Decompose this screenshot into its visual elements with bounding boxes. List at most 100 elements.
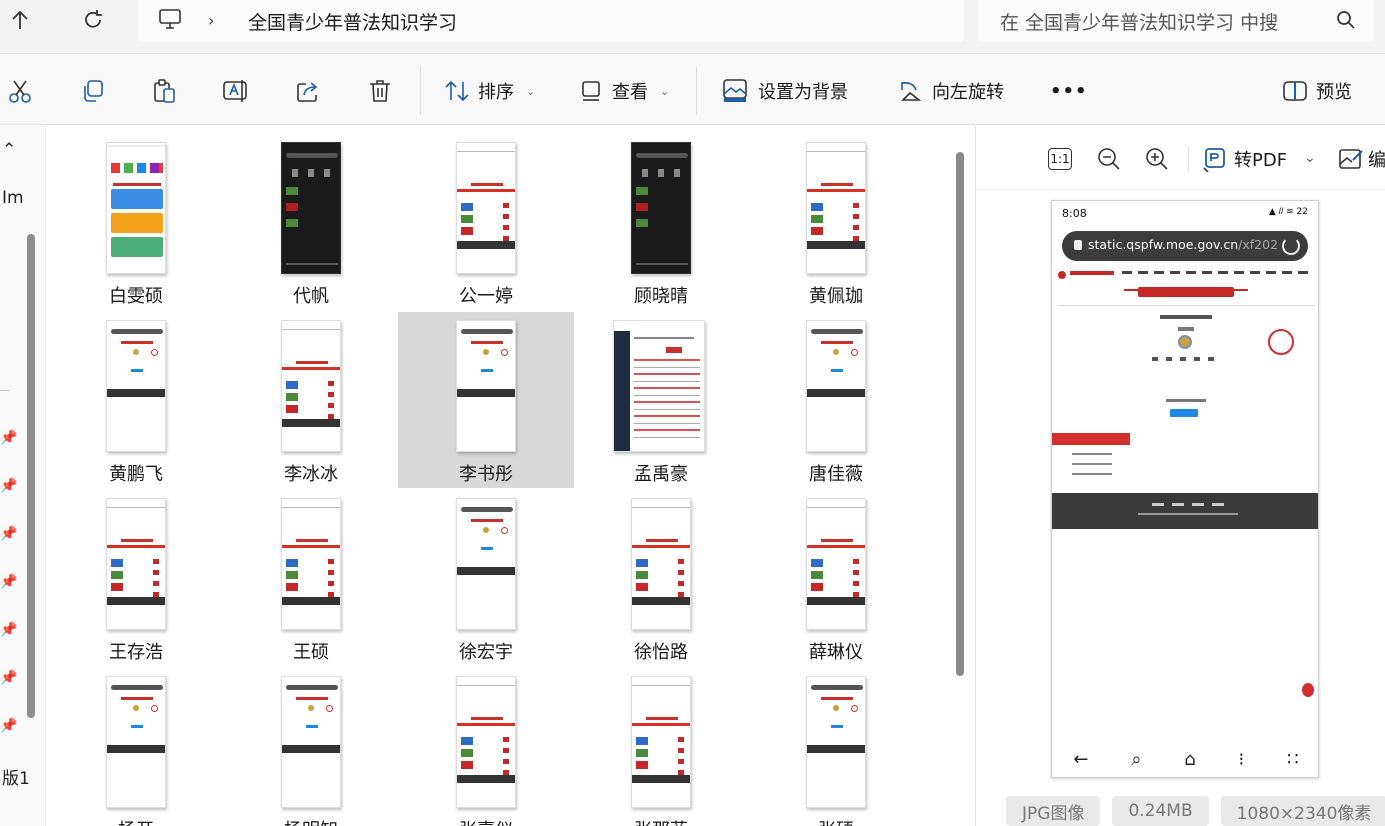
file-item[interactable]: 张嘉仪: [398, 668, 574, 826]
refresh-icon[interactable]: [75, 8, 111, 32]
view-button[interactable]: 查看 ⌄: [580, 77, 669, 105]
chevron-down-icon: ⌄: [526, 84, 536, 98]
pin-icon: 📌: [0, 622, 18, 638]
thumbnail-image: [106, 676, 166, 808]
nav-item-partial[interactable]: Im: [2, 188, 24, 208]
sort-button[interactable]: 排序 ⌄: [444, 77, 535, 105]
file-name-label: 顾晓晴: [634, 286, 688, 307]
command-bar: 排序 ⌄ 查看 ⌄ 设置为背景 向左旋转 ••• 预览: [0, 55, 1385, 125]
file-name-label: 李冰冰: [284, 464, 338, 485]
thumbnail-image: [806, 498, 866, 630]
to-pdf-button[interactable]: 转PDF: [1234, 146, 1287, 172]
divider: [1058, 305, 1314, 306]
edit-button[interactable]: 编: [1368, 146, 1385, 172]
breadcrumb[interactable]: › 全国青少年普法知识学习: [138, 0, 964, 42]
file-explorer-window: › 全国青少年普法知识学习 在 全国青少年普法知识学习 中搜 排序 ⌄ 查看 ⌄…: [0, 0, 1385, 826]
rotate-left-label: 向左旋转: [932, 82, 1004, 103]
nav-item-partial[interactable]: 版1: [2, 764, 30, 789]
file-item[interactable]: 唐佳薇: [748, 312, 924, 488]
pdf-icon[interactable]: [1202, 146, 1228, 172]
file-item[interactable]: 杨开: [48, 668, 224, 826]
rotate-left-icon: [901, 81, 922, 101]
file-name-label: 公一婷: [459, 286, 513, 307]
set-background-button[interactable]: 设置为背景: [722, 77, 848, 105]
file-item[interactable]: 徐宏宇: [398, 490, 574, 666]
rename-icon[interactable]: [222, 77, 250, 105]
delete-icon[interactable]: [366, 77, 394, 105]
file-name-label: 王存浩: [109, 642, 163, 663]
back-arrow-icon: ←: [1073, 748, 1089, 770]
text-lines: [1072, 453, 1112, 483]
file-name-label: 李书彤: [459, 464, 513, 485]
phone-status-icons: ▲ 𝑙𝑙 ≋ 22: [1268, 207, 1308, 217]
file-name-label: 黄鹏飞: [109, 464, 163, 485]
wallpaper-icon: [723, 79, 747, 102]
phone-status-time: 8:08: [1062, 207, 1087, 220]
home-icon: ⌂: [1184, 748, 1196, 770]
toolbar-divider: [696, 67, 697, 115]
floating-icon: [1302, 683, 1314, 697]
share-icon[interactable]: [294, 77, 322, 105]
chevron-down-icon: ⌄: [660, 84, 670, 98]
thumbnail-image: [631, 676, 691, 808]
file-item[interactable]: 徐怡路: [573, 490, 749, 666]
file-grid-scrollbar[interactable]: [956, 152, 964, 676]
file-name-label: 白雯硕: [109, 286, 163, 307]
pin-icon: 📌: [0, 718, 18, 734]
set-background-label: 设置为背景: [758, 82, 848, 103]
file-name-label: 徐宏宇: [459, 642, 513, 663]
medal-icon: [1178, 335, 1192, 349]
file-item[interactable]: 杨明知: [223, 668, 399, 826]
thumbnail-image: [281, 676, 341, 808]
search-placeholder: 在 全国青少年普法知识学习 中搜: [1000, 12, 1279, 34]
pin-icon: 📌: [0, 478, 18, 494]
actual-size-button[interactable]: 1:1: [1048, 148, 1072, 170]
search-input[interactable]: 在 全国青少年普法知识学习 中搜: [978, 0, 1374, 42]
more-options-button[interactable]: •••: [1050, 77, 1088, 105]
phone-url: static.qspfw.moe.gov.cn/xf2024/e\: [1088, 237, 1278, 252]
file-item[interactable]: 李冰冰: [223, 312, 399, 488]
file-name-label: 张硕: [748, 816, 924, 826]
file-name-label: 张嘉仪: [398, 816, 574, 826]
up-arrow-icon[interactable]: [2, 8, 38, 32]
file-item[interactable]: 公一婷: [398, 134, 574, 310]
pin-icon: 📌: [0, 670, 18, 686]
file-item[interactable]: 代帆: [223, 134, 399, 310]
collapse-chevron-icon[interactable]: ⌃: [2, 140, 16, 160]
thumbnail-image: [456, 142, 516, 274]
thumbnail-image: [106, 320, 166, 452]
cut-icon[interactable]: [6, 77, 34, 105]
sort-label: 排序: [478, 82, 514, 103]
zoom-in-icon[interactable]: [1144, 146, 1170, 172]
tabs-icon: ⁝: [1238, 748, 1245, 770]
file-name-label: 孟禹豪: [634, 464, 688, 485]
red-tab: [1138, 287, 1234, 297]
file-item[interactable]: 王硕: [223, 490, 399, 666]
file-item[interactable]: 张那菲: [573, 668, 749, 826]
file-item[interactable]: 白雯硕: [48, 134, 224, 310]
paste-icon[interactable]: [150, 77, 178, 105]
preview-pane-button[interactable]: 预览: [1282, 77, 1352, 105]
file-item[interactable]: 黄佩珈: [748, 134, 924, 310]
file-type-badge: JPG图像: [1006, 796, 1101, 826]
file-item[interactable]: 王存浩: [48, 490, 224, 666]
file-item[interactable]: 黄鹏飞: [48, 312, 224, 488]
zoom-out-icon[interactable]: [1096, 146, 1122, 172]
pin-icon: 📌: [0, 574, 18, 590]
copy-icon[interactable]: [78, 77, 106, 105]
navigation-scrollbar[interactable]: [27, 234, 35, 718]
file-item[interactable]: 张硕: [748, 668, 924, 826]
file-item[interactable]: 薛琳仪: [748, 490, 924, 666]
file-item[interactable]: 李书彤: [398, 312, 574, 488]
thumbnail-image: [806, 320, 866, 452]
breadcrumb-folder[interactable]: 全国青少年普法知识学习: [248, 8, 457, 35]
thumbnail-image: [281, 498, 341, 630]
chevron-down-icon[interactable]: ⌄: [1304, 150, 1316, 166]
edit-image-icon[interactable]: [1338, 146, 1364, 172]
file-item[interactable]: 孟禹豪: [573, 312, 749, 488]
rotate-left-button[interactable]: 向左旋转: [898, 77, 1004, 105]
file-size-badge: 0.24MB: [1112, 796, 1209, 826]
site-footer: [1052, 493, 1318, 529]
file-item[interactable]: 顾晓晴: [573, 134, 749, 310]
thumbnail-image: [106, 142, 166, 274]
